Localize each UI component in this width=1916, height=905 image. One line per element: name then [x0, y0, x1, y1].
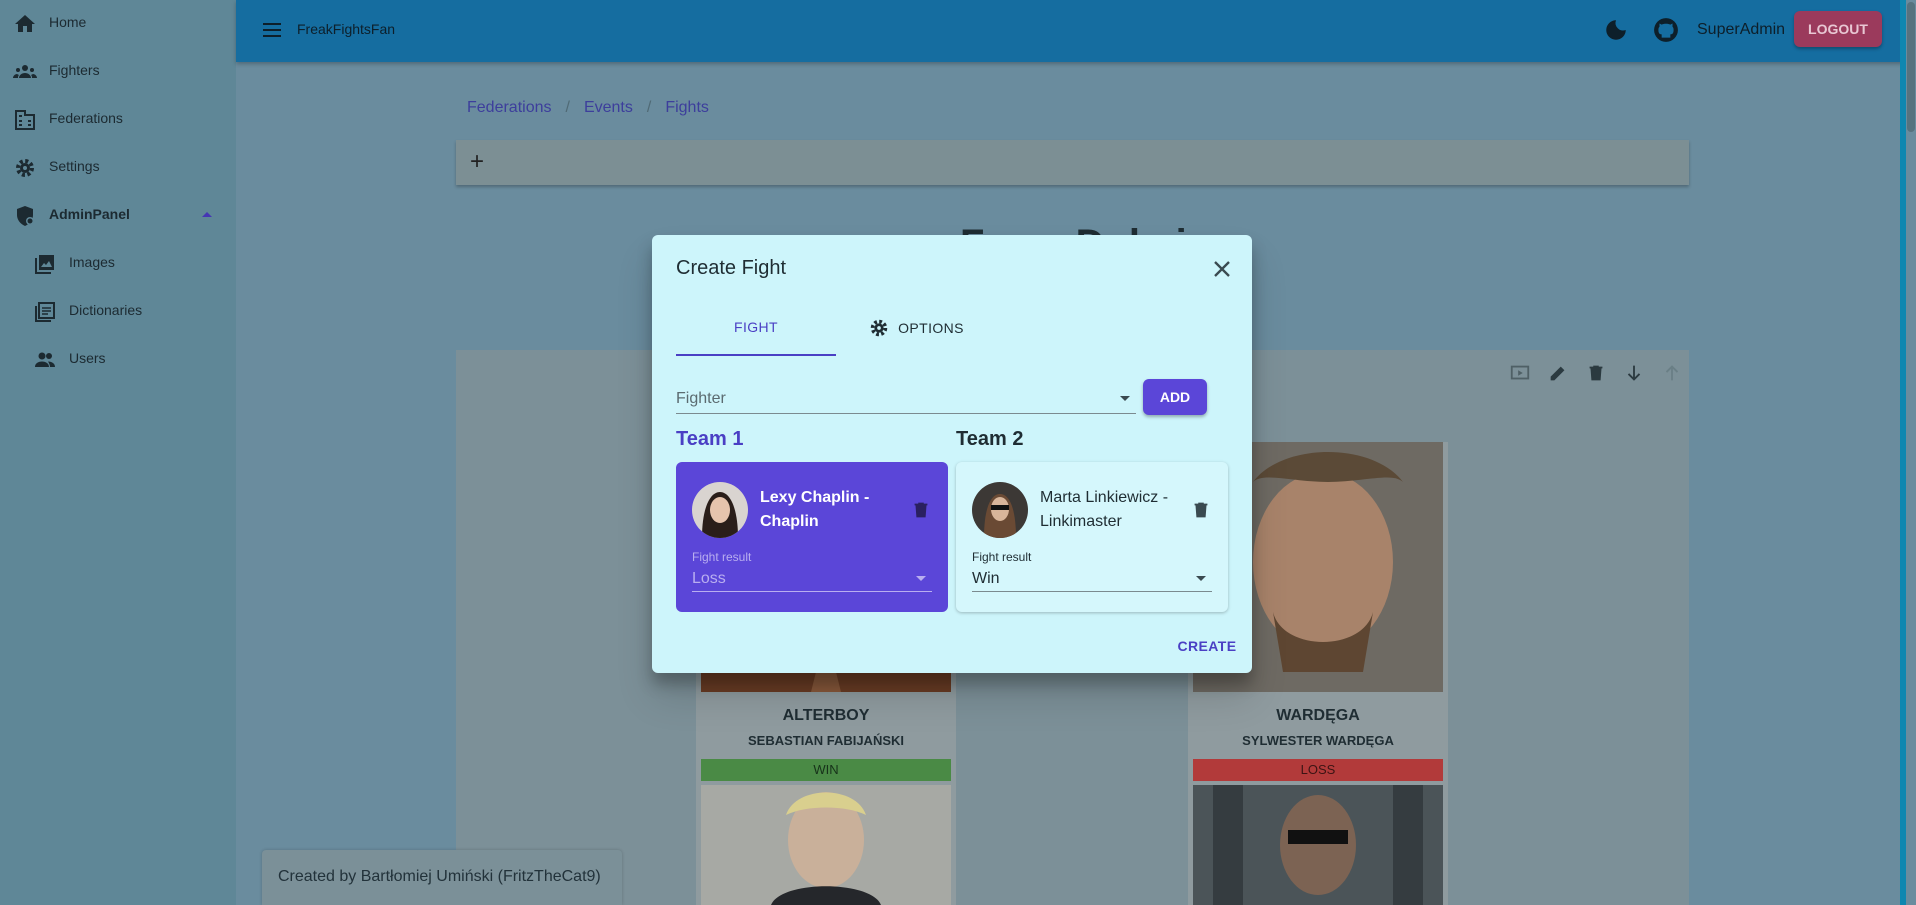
scrollbar[interactable] — [1906, 0, 1916, 905]
fighter-name: Lexy Chaplin - Chaplin — [760, 489, 870, 530]
sidebar-item-label: Settings — [49, 158, 100, 174]
tab-label: OPTIONS — [898, 320, 964, 336]
github-icon[interactable] — [1653, 17, 1679, 43]
dialog-title: Create Fight — [676, 257, 787, 279]
gear-icon — [870, 319, 888, 337]
sidebar-item-federations[interactable]: Federations — [0, 96, 236, 144]
admin-shield-icon — [17, 206, 34, 226]
sidebar-item-label: Images — [69, 254, 115, 270]
gear-icon — [16, 159, 34, 177]
create-button[interactable]: CREATE — [1172, 631, 1242, 661]
result-badge: WIN — [701, 759, 951, 781]
fighter-name: SEBASTIAN FABIJAŃSKI — [747, 733, 905, 748]
tab-options[interactable]: OPTIONS — [836, 300, 996, 356]
fight-result-value: Win — [972, 570, 1000, 587]
building-icon — [15, 110, 35, 130]
sidebar-item-label: Federations — [49, 110, 123, 126]
breadcrumb-events[interactable]: Events — [584, 99, 633, 117]
sidebar-item-adminpanel[interactable]: AdminPanel — [0, 192, 236, 240]
home-icon — [15, 15, 35, 32]
fight-result-select[interactable]: Win — [972, 562, 1212, 592]
team-1-heading: Team 1 — [676, 428, 744, 450]
sidebar-item-label: AdminPanel — [49, 206, 130, 222]
sidebar-item-users[interactable]: Users — [0, 336, 236, 384]
sidebar-item-label: Users — [69, 350, 106, 366]
fighter-name: Marta Linkiewicz - Linkimaster — [1040, 489, 1169, 530]
arrow-down-icon[interactable] — [1623, 362, 1645, 384]
people-icon — [13, 65, 37, 78]
add-fighter-button[interactable]: ADD — [1143, 379, 1207, 415]
result-badge: LOSS — [1193, 759, 1443, 781]
delete-icon[interactable] — [910, 499, 932, 521]
fighter-name: SYLWESTER WARDĘGA — [1242, 733, 1394, 748]
fight-result-value: Loss — [692, 570, 726, 587]
fighter-avatar — [972, 482, 1028, 538]
user-name: SuperAdmin — [1697, 21, 1786, 38]
dropdown-arrow-icon — [916, 576, 926, 581]
app-title: FreakFightsFan — [297, 21, 396, 37]
chevron-up-icon — [202, 212, 212, 217]
sidebar-item-images[interactable]: Images — [0, 240, 236, 288]
delete-icon[interactable] — [1585, 362, 1607, 384]
sidebar-item-label: Fighters — [49, 62, 100, 78]
edit-icon[interactable] — [1547, 362, 1569, 384]
tab-fight[interactable]: FIGHT — [676, 300, 836, 356]
fighter-nickname: ALTERBOY — [782, 707, 870, 724]
delete-icon[interactable] — [1190, 499, 1212, 521]
fighter-select[interactable]: Fighter — [676, 382, 1136, 414]
close-icon[interactable] — [1208, 255, 1236, 283]
dictionary-icon — [35, 302, 55, 322]
fighter-nickname: WARDĘGA — [1276, 707, 1360, 724]
breadcrumb-fights[interactable]: Fights — [665, 99, 709, 117]
tab-label: FIGHT — [734, 319, 778, 335]
scrollbar-thumb[interactable] — [1907, 2, 1915, 132]
users-icon — [35, 352, 55, 367]
breadcrumb-federations[interactable]: Federations — [467, 99, 552, 117]
fighter-select-placeholder: Fighter — [676, 390, 726, 407]
breadcrumb-separator: / — [565, 99, 570, 116]
sidebar-item-label: Home — [49, 14, 87, 30]
add-icon[interactable]: + — [470, 148, 484, 176]
dropdown-arrow-icon — [1120, 396, 1130, 401]
sidebar-item-label: Dictionaries — [69, 302, 143, 318]
sidebar: Home Fighters Federations Settings Admin… — [0, 0, 236, 905]
fighter-avatar — [692, 482, 748, 538]
fighter-photo — [1193, 785, 1443, 905]
footer-credit: Created by Bartłomiej Umiński (FritzTheC… — [262, 850, 622, 905]
present-icon[interactable] — [1509, 362, 1531, 384]
sidebar-item-settings[interactable]: Settings — [0, 144, 236, 192]
fighter-photo — [701, 785, 951, 905]
dropdown-arrow-icon — [1196, 576, 1206, 581]
fight-result-select[interactable]: Loss — [692, 562, 932, 592]
breadcrumb: Federations / Events / Fights — [467, 99, 709, 117]
breadcrumb-separator: / — [646, 99, 652, 116]
team-2-heading: Team 2 — [956, 428, 1024, 450]
logout-button[interactable]: LOGOUT — [1794, 11, 1882, 47]
sidebar-item-fighters[interactable]: Fighters — [0, 48, 236, 96]
fight-actions — [1499, 362, 1689, 386]
arrow-up-icon[interactable] — [1661, 362, 1683, 384]
team-1-fighter-card: Lexy Chaplin - Chaplin Fight result Loss — [676, 462, 948, 612]
dark-mode-icon[interactable] — [1603, 17, 1629, 43]
image-icon — [35, 255, 54, 274]
team-2-fighter-card: Marta Linkiewicz - Linkimaster Fight res… — [956, 462, 1228, 612]
sidebar-item-home[interactable]: Home — [0, 0, 236, 48]
sidebar-item-dictionaries[interactable]: Dictionaries — [0, 288, 236, 336]
create-fight-dialog: Create Fight FIGHT OPTIONS Fighter ADD T… — [652, 235, 1252, 673]
app-bar: FreakFightsFan SuperAdmin LOGOUT — [236, 0, 1906, 62]
menu-icon[interactable] — [260, 18, 284, 42]
toolbar: + — [456, 140, 1689, 185]
